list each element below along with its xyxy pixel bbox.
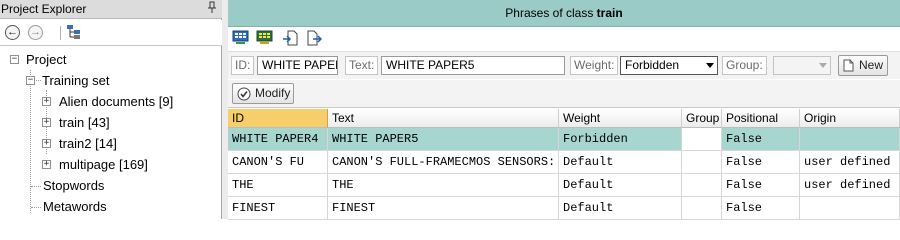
group-label: Group: — [722, 56, 767, 75]
checkmark-circle-icon — [237, 87, 251, 101]
toolbar-divider — [60, 26, 61, 40]
cell-weight: Forbidden — [559, 128, 682, 151]
tree-item-label: Alien documents [9] — [59, 94, 174, 109]
chevron-down-icon — [819, 63, 827, 68]
weight-select[interactable]: Forbidden — [620, 56, 718, 75]
cell-origin — [800, 128, 900, 151]
panel-header: Phrases of class train — [228, 0, 900, 27]
tree-item-label: train2 [14] — [59, 136, 117, 151]
phrases-table: ID Text Weight Group Positional Origin W… — [228, 109, 900, 220]
cell-weight: Default — [559, 197, 682, 220]
id-label: ID: — [231, 56, 255, 75]
phrases-panel: Phrases of class train ID: WHITE PAPER T… — [228, 0, 900, 220]
column-header-text[interactable]: Text — [328, 109, 559, 128]
cell-group — [682, 197, 722, 220]
back-arrow-icon[interactable]: ← — [4, 24, 22, 42]
weight-select-value: Forbidden — [625, 58, 680, 72]
tree-item-label: Metawords — [43, 199, 107, 214]
project-explorer-titlebar: Project Explorer — [0, 0, 222, 19]
table-row[interactable]: FINEST FINEST Default False — [228, 197, 900, 220]
expand-icon[interactable]: + — [42, 118, 51, 127]
expand-icon[interactable]: + — [42, 97, 51, 106]
weight-label: Weight: — [570, 56, 619, 75]
text-field[interactable]: WHITE PAPER5 — [381, 56, 565, 75]
collapse-icon[interactable]: − — [10, 55, 19, 64]
group-select[interactable] — [773, 56, 831, 75]
project-explorer-panel: Project Explorer ← → − Project − Trainin… — [0, 0, 222, 219]
project-explorer-title: Project Explorer — [1, 2, 87, 16]
grid-view-icon[interactable] — [232, 30, 250, 47]
tree-item-metawords[interactable]: Metawords — [43, 197, 107, 217]
table-row[interactable]: THE THE Default False user defined — [228, 174, 900, 197]
cell-positional: False — [722, 128, 800, 151]
cell-id: FINEST — [228, 197, 328, 220]
cell-origin: user defined — [800, 151, 900, 174]
column-header-id[interactable]: ID — [228, 109, 328, 128]
cell-text: FINEST — [328, 197, 559, 220]
tree-item-label: Project — [26, 52, 67, 67]
cell-positional: False — [722, 151, 800, 174]
modify-button-label: Modify — [255, 86, 291, 100]
column-header-origin[interactable]: Origin — [800, 109, 900, 128]
project-explorer-toolbar: ← → — [0, 20, 222, 46]
cell-id: THE — [228, 174, 328, 197]
cell-origin — [800, 197, 900, 220]
cell-positional: False — [722, 174, 800, 197]
cell-group — [682, 174, 722, 197]
tree-item-label: Training set — [42, 73, 110, 88]
tree-item-stopwords[interactable]: Stopwords — [43, 176, 104, 196]
phrases-toolbar — [228, 28, 900, 50]
new-document-icon — [843, 59, 855, 73]
cell-id: WHITE PAPER4 — [228, 128, 328, 151]
import-icon[interactable] — [282, 30, 300, 47]
cell-positional: False — [722, 197, 800, 220]
header-prefix: Phrases of class — [505, 6, 597, 20]
cell-weight: Default — [559, 151, 682, 174]
expand-icon[interactable]: + — [42, 139, 51, 148]
cell-group — [682, 128, 722, 151]
pin-icon[interactable] — [206, 1, 218, 16]
modify-button[interactable]: Modify — [232, 83, 294, 104]
tree-connector — [30, 70, 31, 213]
id-field[interactable]: WHITE PAPER — [257, 56, 338, 75]
header-class-name: train — [596, 6, 623, 20]
cell-id: CANON'S FU — [228, 151, 328, 174]
tree-item-label: multipage [169] — [59, 157, 148, 172]
new-button-label: New — [859, 58, 884, 72]
column-header-weight[interactable]: Weight — [559, 109, 682, 128]
cell-text: WHITE PAPER5 — [328, 128, 559, 151]
tree-connector — [31, 207, 41, 208]
cell-text: CANON'S FULL-FRAMECMOS SENSORS: — [328, 151, 559, 174]
phrase-edit-form: ID: WHITE PAPER Text: WHITE PAPER5 Weigh… — [228, 51, 900, 79]
forward-arrow-icon[interactable]: → — [27, 24, 45, 42]
tree-structure-icon[interactable] — [66, 24, 84, 42]
new-button[interactable]: New — [838, 55, 888, 76]
grid-view-alt-icon[interactable] — [256, 30, 274, 47]
text-label: Text: — [345, 56, 379, 75]
tree-item-label: train [43] — [59, 115, 110, 130]
project-tree: − Project − Training set + Alien documen… — [0, 48, 221, 219]
column-header-group[interactable]: Group — [682, 109, 722, 128]
cell-weight: Default — [559, 174, 682, 197]
column-header-positional[interactable]: Positional — [722, 109, 800, 128]
tree-connector — [31, 186, 41, 187]
chevron-down-icon — [706, 63, 714, 68]
cell-group — [682, 151, 722, 174]
modify-toolbar: Modify — [228, 80, 900, 108]
collapse-icon[interactable]: − — [26, 76, 35, 85]
tree-item-label: Stopwords — [43, 178, 105, 193]
expand-icon[interactable]: + — [42, 160, 51, 169]
cell-text: THE — [328, 174, 559, 197]
table-row[interactable]: WHITE PAPER4 WHITE PAPER5 Forbidden Fals… — [228, 128, 900, 151]
cell-origin: user defined — [800, 174, 900, 197]
table-row[interactable]: CANON'S FU CANON'S FULL-FRAMECMOS SENSOR… — [228, 151, 900, 174]
export-icon[interactable] — [306, 30, 324, 47]
